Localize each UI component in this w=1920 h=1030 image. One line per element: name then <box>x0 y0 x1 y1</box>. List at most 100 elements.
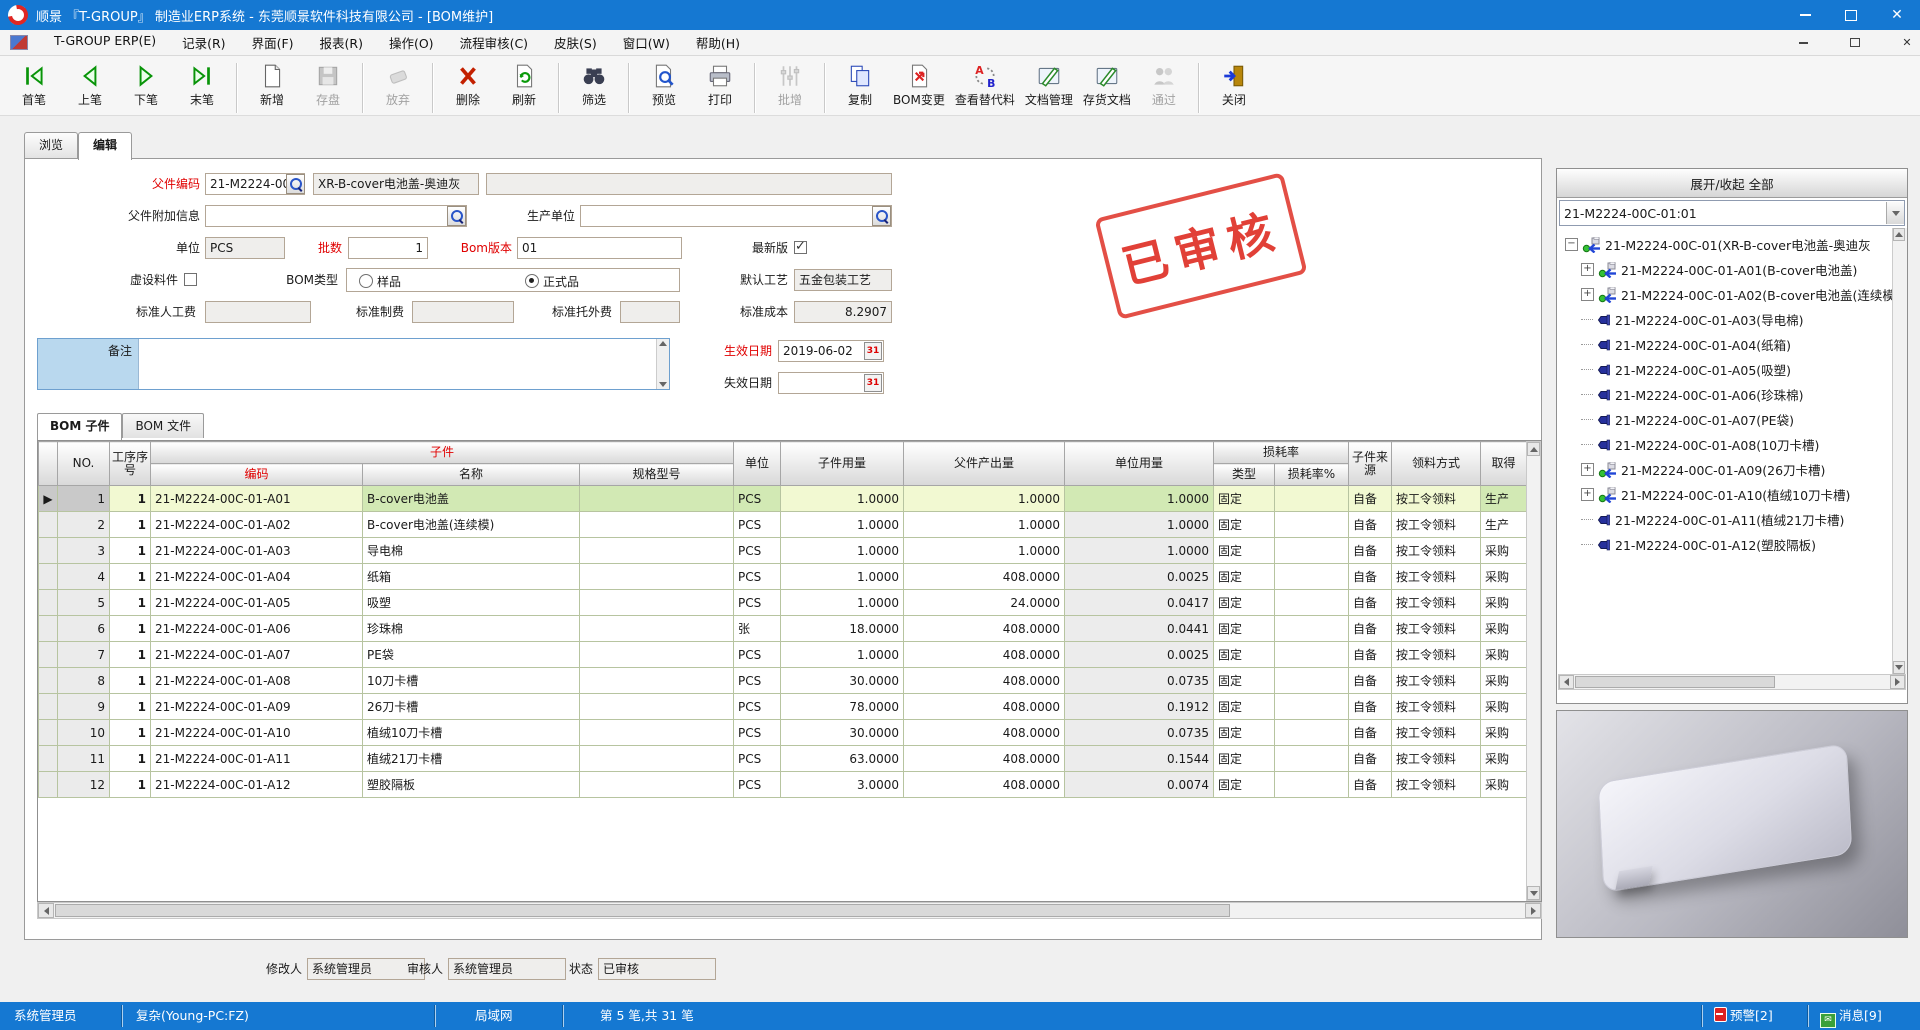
cell-uusage[interactable]: 0.0025 <box>1065 564 1214 590</box>
cell-src[interactable]: 自备 <box>1349 512 1392 538</box>
cell-code[interactable]: 21-M2224-00C-01-A03 <box>151 538 363 564</box>
cell-uusage[interactable]: 0.0735 <box>1065 668 1214 694</box>
cell-acq[interactable]: 采购 <box>1481 564 1527 590</box>
tree-node-1[interactable]: +21-M2224-00C-01-A01(B-cover电池盖) <box>1581 257 1857 282</box>
expire-date-calendar-button[interactable]: 31 <box>864 374 882 392</box>
cell-unit[interactable]: PCS <box>734 642 781 668</box>
cell-qty[interactable]: 1.0000 <box>781 486 904 512</box>
cell-seq[interactable]: 1 <box>110 564 151 590</box>
mdi-close-button[interactable]: ✕ <box>1894 34 1920 52</box>
cell-ltype[interactable]: 固定 <box>1214 642 1275 668</box>
cell-unit[interactable]: PCS <box>734 694 781 720</box>
cell-no[interactable]: 9 <box>58 694 110 720</box>
cell-name[interactable]: 26刀卡槽 <box>363 694 580 720</box>
cell-pick[interactable]: 按工令领料 <box>1392 642 1481 668</box>
mdi-minimize-button[interactable] <box>1790 34 1816 52</box>
tree-node-5[interactable]: 21-M2224-00C-01-A05(吸塑) <box>1581 357 1791 382</box>
cell-pout[interactable]: 408.0000 <box>904 694 1065 720</box>
toolbar-button-上笔[interactable]: 上笔 <box>62 61 118 109</box>
toolbar-button-末笔[interactable]: 末笔 <box>174 61 230 109</box>
cell-spec[interactable] <box>580 668 734 694</box>
cell-qty[interactable]: 30.0000 <box>781 720 904 746</box>
cell-lpct[interactable] <box>1275 512 1349 538</box>
cell-acq[interactable]: 采购 <box>1481 616 1527 642</box>
cell-uusage[interactable]: 0.1912 <box>1065 694 1214 720</box>
tree-node-0[interactable]: −21-M2224-00C-01(XR-B-cover电池盖-奥迪灰 <box>1565 232 1871 257</box>
toolbar-button-复制[interactable]: 复制 <box>832 61 888 109</box>
cell-pick[interactable]: 按工令领料 <box>1392 772 1481 798</box>
cell-lpct[interactable] <box>1275 694 1349 720</box>
cell-src[interactable]: 自备 <box>1349 538 1392 564</box>
latest-version-checkbox[interactable] <box>794 241 807 254</box>
menu-item-4[interactable]: 操作(O) <box>389 33 434 52</box>
expand-icon[interactable]: + <box>1581 263 1594 276</box>
cell-pick[interactable]: 按工令领料 <box>1392 616 1481 642</box>
toolbar-button-首笔[interactable]: 首笔 <box>6 61 62 109</box>
cell-lpct[interactable] <box>1275 746 1349 772</box>
cell-src[interactable]: 自备 <box>1349 694 1392 720</box>
remark-input[interactable] <box>138 339 656 389</box>
cell-ltype[interactable]: 固定 <box>1214 694 1275 720</box>
cell-seq[interactable]: 1 <box>110 642 151 668</box>
cell-src[interactable]: 自备 <box>1349 486 1392 512</box>
menu-item-8[interactable]: 帮助(H) <box>696 33 740 52</box>
cell-seq[interactable]: 1 <box>110 486 151 512</box>
prod-unit-lookup-button[interactable] <box>872 206 891 226</box>
cell-name[interactable]: 塑胶隔板 <box>363 772 580 798</box>
cell-seq[interactable]: 1 <box>110 616 151 642</box>
scroll-thumb[interactable] <box>1575 676 1775 688</box>
toolbar-button-存货文档[interactable]: 存货文档 <box>1078 61 1136 109</box>
menu-item-2[interactable]: 界面(F) <box>252 33 294 52</box>
tab-bom-files[interactable]: BOM 文件 <box>122 413 204 438</box>
cell-unit[interactable]: PCS <box>734 564 781 590</box>
tree-node-6[interactable]: 21-M2224-00C-01-A06(珍珠棉) <box>1581 382 1804 407</box>
toolbar-button-文档管理[interactable]: 文档管理 <box>1020 61 1078 109</box>
cell-code[interactable]: 21-M2224-00C-01-A05 <box>151 590 363 616</box>
cell-name[interactable]: B-cover电池盖 <box>363 486 580 512</box>
expand-icon[interactable]: + <box>1581 288 1594 301</box>
menu-item-5[interactable]: 流程审核(C) <box>460 33 528 52</box>
cell-pout[interactable]: 408.0000 <box>904 772 1065 798</box>
cell-pick[interactable]: 按工令领料 <box>1392 668 1481 694</box>
cell-ind[interactable] <box>39 720 58 746</box>
expand-icon[interactable]: + <box>1581 488 1594 501</box>
tree-node-10[interactable]: +21-M2224-00C-01-A10(植绒10刀卡槽) <box>1581 482 1850 507</box>
cell-pout[interactable]: 408.0000 <box>904 564 1065 590</box>
cell-acq[interactable]: 采购 <box>1481 668 1527 694</box>
cell-pick[interactable]: 按工令领料 <box>1392 746 1481 772</box>
bom-type-formal-radio[interactable]: 正式品 <box>525 273 579 290</box>
expand-icon[interactable]: + <box>1581 463 1594 476</box>
tree-node-7[interactable]: 21-M2224-00C-01-A07(PE袋) <box>1581 407 1794 432</box>
tree-vscrollbar[interactable] <box>1892 228 1907 674</box>
cell-code[interactable]: 21-M2224-00C-01-A12 <box>151 772 363 798</box>
cell-lpct[interactable] <box>1275 616 1349 642</box>
cell-qty[interactable]: 1.0000 <box>781 538 904 564</box>
cell-lpct[interactable] <box>1275 772 1349 798</box>
cell-unit[interactable]: 张 <box>734 616 781 642</box>
cell-qty[interactable]: 78.0000 <box>781 694 904 720</box>
statusbar-message[interactable]: ✉消息[9] <box>1820 1002 1882 1030</box>
cell-spec[interactable] <box>580 746 734 772</box>
cell-name[interactable]: 导电棉 <box>363 538 580 564</box>
cell-ltype[interactable]: 固定 <box>1214 486 1275 512</box>
cell-acq[interactable]: 采购 <box>1481 538 1527 564</box>
statusbar-alert[interactable]: 预警[2] <box>1714 1002 1773 1030</box>
cell-uusage[interactable]: 0.0417 <box>1065 590 1214 616</box>
cell-qty[interactable]: 1.0000 <box>781 590 904 616</box>
cell-lpct[interactable] <box>1275 486 1349 512</box>
cell-name[interactable]: 植绒10刀卡槽 <box>363 720 580 746</box>
cell-pick[interactable]: 按工令领料 <box>1392 486 1481 512</box>
tab-bom-children[interactable]: BOM 子件 <box>37 413 122 440</box>
cell-unit[interactable]: PCS <box>734 512 781 538</box>
tree-node-12[interactable]: 21-M2224-00C-01-A12(塑胶隔板) <box>1581 532 1816 557</box>
tree-node-2[interactable]: +21-M2224-00C-01-A02(B-cover电池盖(连续模 <box>1581 282 1895 307</box>
cell-name[interactable]: 植绒21刀卡槽 <box>363 746 580 772</box>
cell-spec[interactable] <box>580 720 734 746</box>
menu-item-0[interactable]: T-GROUP ERP(E) <box>54 33 156 52</box>
cell-uusage[interactable]: 1.0000 <box>1065 512 1214 538</box>
cell-qty[interactable]: 30.0000 <box>781 668 904 694</box>
cell-qty[interactable]: 1.0000 <box>781 564 904 590</box>
cell-ltype[interactable]: 固定 <box>1214 616 1275 642</box>
cell-unit[interactable]: PCS <box>734 720 781 746</box>
cell-spec[interactable] <box>580 512 734 538</box>
